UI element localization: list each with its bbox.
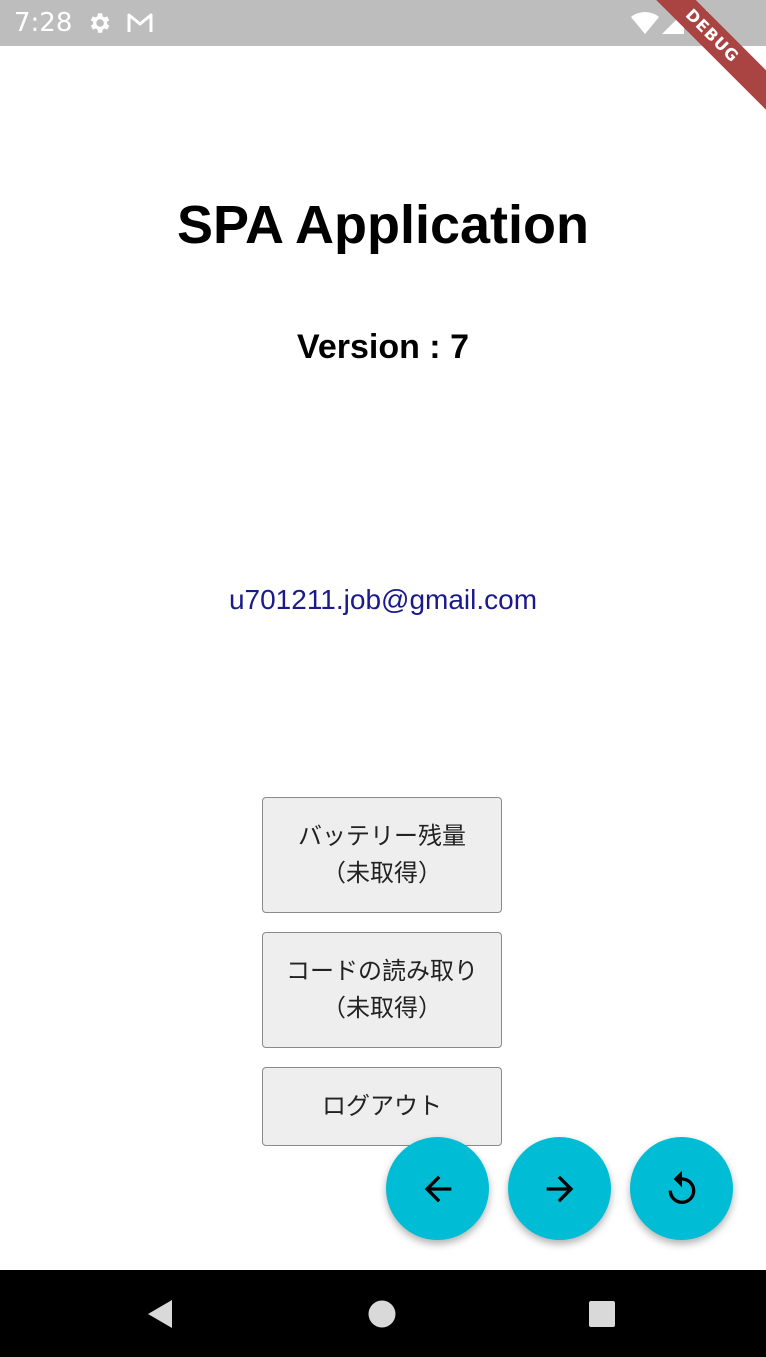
signal-icon: [662, 12, 684, 34]
logout-button-label: ログアウト: [322, 1092, 442, 1120]
code-reader-button-status: （未取得）: [322, 994, 442, 1022]
refresh-fab[interactable]: [630, 1137, 733, 1240]
battery-level-button-status: （未取得）: [322, 859, 442, 887]
back-fab[interactable]: [386, 1137, 489, 1240]
wifi-icon: [631, 11, 659, 34]
status-bar: 7:28: [0, 0, 766, 46]
forward-fab[interactable]: [508, 1137, 611, 1240]
app-title: SPA Application: [176, 195, 589, 255]
user-email: u701211.job@gmail.com: [228, 584, 538, 615]
logout-button[interactable]: ログアウト: [262, 1067, 502, 1146]
code-reader-button-label: コードの読み取り: [286, 957, 478, 985]
back-triangle-icon[interactable]: [144, 1298, 176, 1330]
code-reader-button[interactable]: コードの読み取り （未取得）: [262, 932, 502, 1048]
battery-icon: [698, 10, 710, 36]
settings-icon: [90, 13, 110, 33]
gmail-icon: [127, 13, 153, 32]
refresh-icon: [668, 1170, 695, 1204]
system-nav-bar: [0, 1270, 766, 1357]
home-circle-icon[interactable]: [367, 1299, 397, 1329]
recents-square-icon[interactable]: [588, 1300, 616, 1328]
app-version: Version : 7: [297, 328, 469, 366]
battery-level-button-label: バッテリー残量: [298, 822, 466, 850]
status-time: 7:28: [14, 8, 73, 38]
arrow-back-icon: [424, 1175, 451, 1202]
arrow-forward-icon: [546, 1175, 573, 1202]
battery-level-button[interactable]: バッテリー残量 （未取得）: [262, 797, 502, 913]
